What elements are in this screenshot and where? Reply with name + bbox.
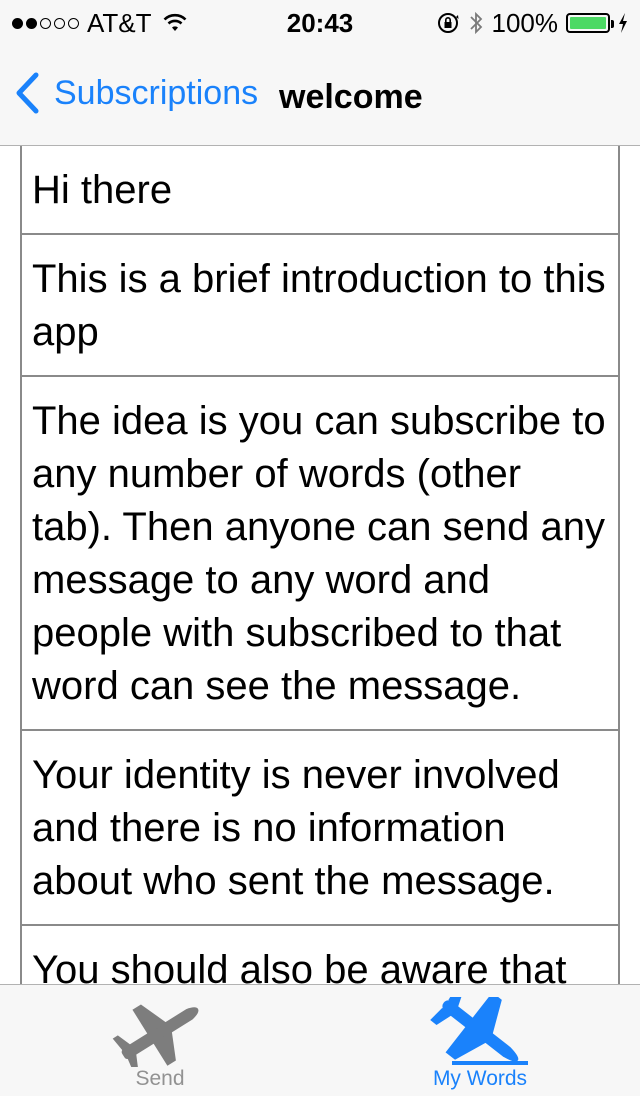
rotation-lock-icon xyxy=(437,13,458,33)
airplane-landing-icon xyxy=(430,997,528,1065)
message-cell: This is a brief introduction to this app xyxy=(22,233,618,375)
battery-percentage: 100% xyxy=(491,7,559,38)
tab-bar: Send My Words xyxy=(0,984,640,1096)
status-right: 100% xyxy=(436,8,629,38)
battery-icon xyxy=(566,13,614,33)
message-cell: Your identity is never involved and ther… xyxy=(22,729,618,924)
bluetooth-icon xyxy=(469,11,482,35)
battery-level xyxy=(570,17,606,29)
tab-send-label: Send xyxy=(135,1067,185,1090)
page-title: welcome xyxy=(279,78,423,116)
back-button[interactable]: Subscriptions xyxy=(14,72,258,114)
message-scroll-area[interactable]: Hi there This is a brief introduction to… xyxy=(0,146,640,984)
chevron-left-icon xyxy=(16,72,39,114)
message-list: Hi there This is a brief introduction to… xyxy=(20,146,620,984)
runway-line xyxy=(452,1061,528,1065)
airplane-takeoff-icon xyxy=(112,1004,199,1067)
battery-cap xyxy=(611,20,614,28)
status-bar: AT&T 20:43 100% xyxy=(0,0,640,44)
tab-send[interactable]: Send xyxy=(0,985,320,1096)
message-cell: You should also be aware that xyxy=(22,924,618,984)
message-cell: Hi there xyxy=(32,168,173,212)
charging-bolt-icon xyxy=(619,13,627,33)
navigation-bar: Subscriptions welcome xyxy=(0,44,640,146)
app-screen: AT&T 20:43 100% Subscriptions welcome Hi… xyxy=(0,0,640,1096)
tab-my-words[interactable]: My Words xyxy=(320,985,640,1096)
back-button-label: Subscriptions xyxy=(54,73,259,112)
message-cell: The idea is you can subscribe to any num… xyxy=(22,375,618,729)
tab-my-words-label: My Words xyxy=(432,1067,528,1090)
